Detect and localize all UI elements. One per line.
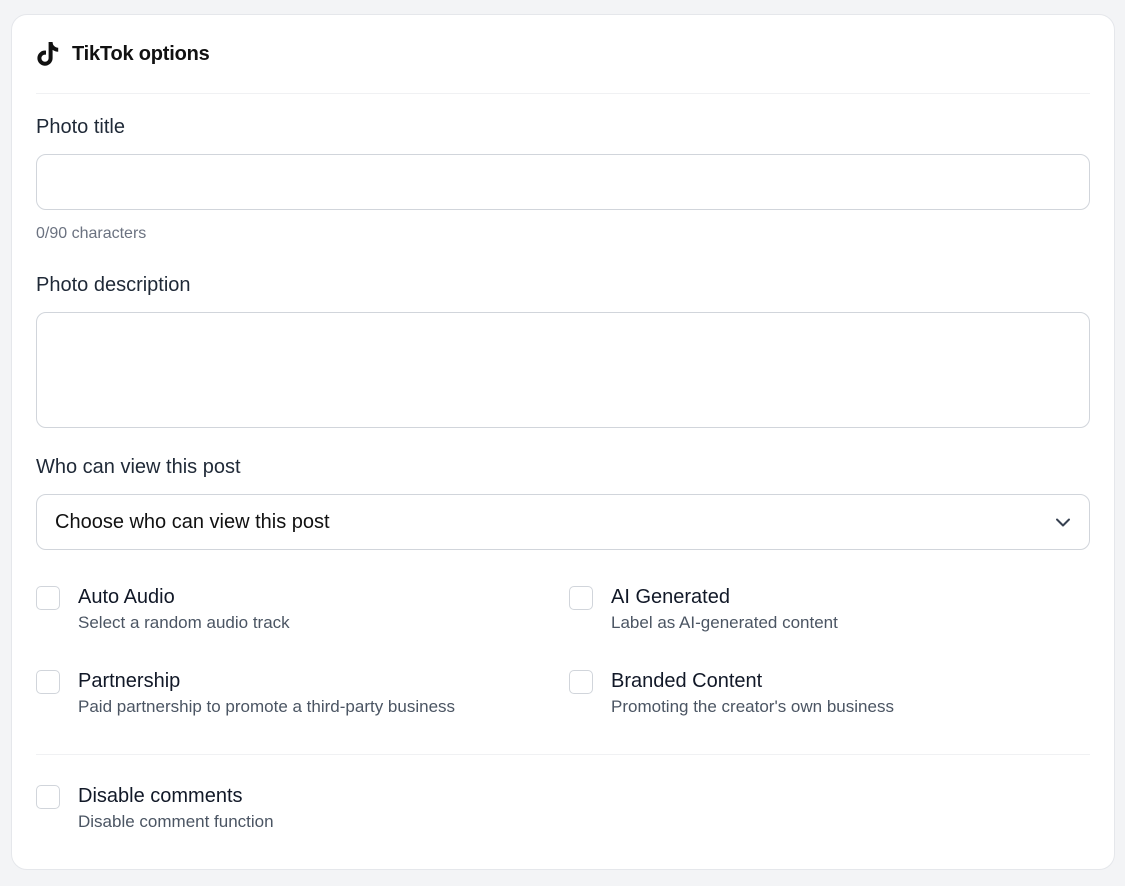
branded-content-label: Branded Content	[611, 670, 763, 692]
photo-title-label: Photo title	[36, 116, 125, 138]
photo-description-textarea[interactable]	[36, 312, 1090, 428]
auto-audio-label: Auto Audio	[78, 586, 175, 608]
disable-comments-label: Disable comments	[78, 785, 243, 807]
option-partnership[interactable]: Partnership Paid partnership to promote …	[36, 670, 455, 718]
privacy-select[interactable]: Choose who can view this post	[36, 494, 1090, 550]
card-header: TikTok options	[36, 39, 210, 69]
chevron-down-icon	[1053, 512, 1073, 532]
photo-description-label: Photo description	[36, 274, 191, 296]
disable-comments-checkbox[interactable]	[36, 785, 60, 809]
option-disable-comments[interactable]: Disable comments Disable comment functio…	[36, 785, 274, 833]
ai-generated-label: AI Generated	[611, 586, 730, 608]
header-divider	[36, 93, 1090, 94]
privacy-label: Who can view this post	[36, 456, 241, 478]
partnership-description: Paid partnership to promote a third-part…	[78, 697, 456, 716]
disable-comments-description: Disable comment function	[78, 812, 274, 831]
options-divider	[36, 754, 1090, 755]
partnership-label: Partnership	[78, 670, 181, 692]
ai-generated-checkbox[interactable]	[569, 586, 593, 610]
tiktok-icon	[36, 42, 60, 66]
privacy-select-value: Choose who can view this post	[55, 510, 330, 533]
branded-content-description: Promoting the creator's own business	[611, 697, 894, 716]
ai-generated-description: Label as AI-generated content	[611, 613, 838, 632]
option-auto-audio[interactable]: Auto Audio Select a random audio track	[36, 586, 290, 634]
branded-content-checkbox[interactable]	[569, 670, 593, 694]
option-ai-generated[interactable]: AI Generated Label as AI-generated conte…	[569, 586, 838, 634]
tiktok-options-card: TikTok options Photo title 0/90 characte…	[11, 14, 1115, 870]
photo-title-input[interactable]	[36, 154, 1090, 210]
option-branded-content[interactable]: Branded Content Promoting the creator's …	[569, 670, 894, 718]
card-title: TikTok options	[72, 42, 210, 65]
auto-audio-description: Select a random audio track	[78, 613, 290, 632]
photo-title-char-counter: 0/90 characters	[36, 225, 147, 242]
partnership-checkbox[interactable]	[36, 670, 60, 694]
auto-audio-checkbox[interactable]	[36, 586, 60, 610]
